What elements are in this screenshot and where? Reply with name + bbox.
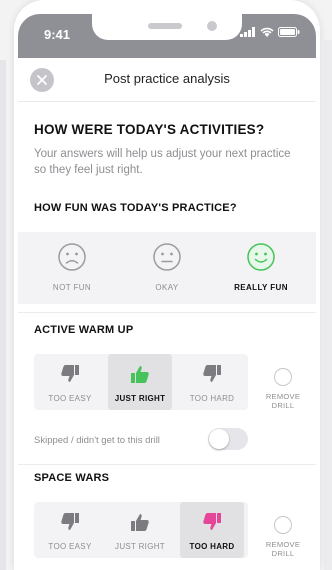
remove-drill-option[interactable]: REMOVE DRILL (258, 516, 308, 558)
fun-option-really-fun[interactable]: REALLY FUN (221, 242, 301, 292)
fun-option-label: REALLY FUN (234, 283, 288, 292)
toggle-knob (209, 429, 229, 449)
fun-option-okay[interactable]: OKAY (127, 242, 207, 292)
fun-option-not-fun[interactable]: NOT FUN (32, 242, 112, 292)
remove-drill-radio[interactable] (274, 368, 292, 386)
fun-question: HOW FUN WAS TODAY'S PRACTICE? (34, 202, 237, 214)
thumbs-down-icon (203, 513, 221, 530)
drill-title: SPACE WARS (34, 472, 110, 484)
skip-toggle[interactable] (208, 428, 248, 450)
thumbs-down-icon (61, 365, 79, 382)
too-hard-button[interactable]: TOO HARD (180, 502, 244, 558)
option-label: TOO EASY (48, 542, 92, 551)
skip-label: Skipped / didn't get to this drill (34, 435, 160, 446)
wifi-icon (260, 27, 274, 37)
background-card-right (324, 40, 332, 570)
drill-rating-space-wars: TOO EASY JUST RIGHT TOO HARD (34, 502, 248, 558)
intro-title: HOW WERE TODAY'S ACTIVITIES? (34, 122, 265, 137)
option-label: TOO HARD (189, 394, 235, 403)
remove-drill-radio[interactable] (274, 516, 292, 534)
fun-option-label: NOT FUN (52, 283, 92, 292)
option-label: JUST RIGHT (114, 394, 166, 403)
remove-drill-option[interactable]: REMOVE DRILL (258, 368, 308, 410)
status-bar: 9:41 (18, 14, 316, 58)
thumbs-up-icon (131, 366, 149, 383)
status-time: 9:41 (44, 27, 71, 42)
signal-icon (240, 27, 255, 37)
camera (207, 21, 217, 31)
happy-face-icon (247, 243, 275, 271)
thumbs-down-icon (203, 365, 221, 382)
analysis-sheet: Post practice analysis HOW WERE TODAY'S … (18, 58, 316, 570)
thumbs-down-icon (61, 513, 79, 530)
header-title: Post practice analysis (104, 71, 230, 86)
too-easy-button[interactable]: TOO EASY (38, 502, 102, 558)
remove-drill-label: REMOVE DRILL (265, 540, 301, 558)
option-label: TOO HARD (189, 542, 235, 551)
drill-title: ACTIVE WARM UP (34, 324, 134, 336)
drill-rating-active-warm-up: TOO EASY JUST RIGHT TOO HARD (34, 354, 248, 410)
phone-notch (92, 14, 242, 40)
sad-face-icon (58, 243, 86, 271)
too-easy-button[interactable]: TOO EASY (38, 354, 102, 410)
battery-icon (278, 27, 300, 37)
phone-frame: 9:41 Post practice analysis HOW WERE TOD… (14, 0, 320, 570)
option-label: TOO EASY (48, 394, 92, 403)
background-card-left (0, 60, 6, 570)
just-right-button[interactable]: JUST RIGHT (108, 502, 172, 558)
just-right-button[interactable]: JUST RIGHT (108, 354, 172, 410)
divider (18, 312, 316, 313)
remove-drill-label: REMOVE DRILL (265, 392, 301, 410)
fun-rating: NOT FUN OKAY REALLY FUN (18, 232, 316, 304)
divider (18, 464, 316, 465)
option-label: JUST RIGHT (115, 542, 165, 551)
speaker (148, 23, 182, 29)
sheet-header: Post practice analysis (18, 58, 316, 102)
neutral-face-icon (153, 243, 181, 271)
intro-subtitle: Your answers will help us adjust your ne… (34, 148, 291, 176)
too-hard-button[interactable]: TOO HARD (180, 354, 244, 410)
thumbs-up-icon (131, 514, 149, 531)
fun-option-label: OKAY (155, 283, 179, 292)
status-icons (240, 27, 300, 37)
